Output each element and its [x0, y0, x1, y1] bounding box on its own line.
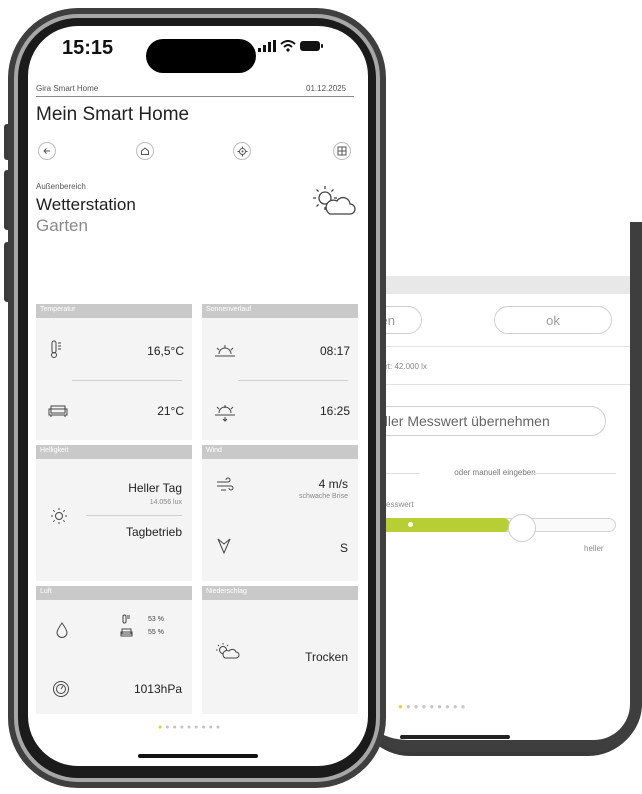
wind-direction-icon	[217, 538, 231, 555]
brightness-mode: Tagbetrieb	[125, 525, 182, 539]
sofa-icon	[48, 405, 68, 417]
sofa-icon	[120, 628, 133, 637]
air-pressure: 1013hPa	[133, 682, 182, 696]
take-measured-value-button[interactable]: eller Messwert übernehmen	[360, 406, 606, 436]
sunrise-time: 08:17	[319, 344, 350, 358]
gear-icon	[237, 146, 247, 156]
temperature-card[interactable]: Temperatur 16,5°C 21°C	[36, 304, 192, 440]
card-title: Helligkeit	[36, 445, 192, 459]
back-button[interactable]	[38, 142, 56, 160]
card-title: Niederschlag	[202, 586, 358, 600]
thermometer-icon	[51, 340, 61, 358]
wind-speed: 4 m/s	[318, 477, 348, 491]
page-title: Mein Smart Home	[36, 104, 190, 125]
sunrise-icon	[215, 345, 235, 357]
status-time: 15:15	[62, 37, 114, 59]
air-card[interactable]: Luft 53 % 55 % 1013hPa	[36, 586, 192, 714]
back-home-indicator	[400, 735, 510, 739]
ok-button[interactable]: ok	[494, 306, 612, 334]
card-title: Sonnenverlauf	[202, 304, 358, 318]
location-place: Garten	[36, 216, 88, 235]
settings-button[interactable]	[233, 142, 251, 160]
grid-icon	[337, 146, 347, 156]
location-name: Wetterstation	[36, 195, 136, 214]
sun-cloud-icon	[313, 186, 356, 215]
outdoor-temperature: 16,5°C	[147, 344, 184, 358]
indoor-temperature: 21°C	[157, 404, 184, 418]
divider	[360, 346, 630, 347]
sun-course-card[interactable]: Sonnenverlauf 08:17 16:25	[202, 304, 358, 440]
card-title: Luft	[36, 586, 192, 600]
divider	[72, 380, 182, 381]
slider-marker	[408, 522, 413, 527]
wind-direction: S	[339, 541, 348, 555]
precipitation-card[interactable]: Niederschlag Trocken	[202, 586, 358, 714]
thermometer-icon	[122, 614, 130, 624]
card-title: Temperatur	[36, 304, 192, 318]
humidity-indoor: 55 %	[148, 629, 164, 636]
signal-icon	[258, 40, 276, 52]
precipitation-state: Trocken	[305, 650, 348, 664]
card-title: Wind	[202, 445, 358, 459]
sun-cloud-icon	[216, 643, 240, 659]
wind-card[interactable]: Wind 4 m/s schwache Brise S	[202, 445, 358, 581]
date-label: 01.12.2025	[306, 84, 347, 93]
divider	[360, 384, 630, 385]
humidity-outdoor: 53 %	[148, 616, 164, 623]
sun-icon	[51, 508, 67, 524]
front-phone-screen: 15:15 Gira Smart Home 01.12.2025 Mein Sm…	[28, 26, 368, 766]
sunset-time: 16:25	[319, 404, 350, 418]
status-icons	[258, 40, 324, 52]
droplet-icon	[56, 622, 68, 638]
brightness-lux: 14.056 lux	[149, 499, 182, 506]
sunset-icon	[215, 405, 235, 422]
brightness-state: Heller Tag	[128, 481, 182, 495]
location-area: Außenbereich	[36, 182, 86, 191]
home-indicator[interactable]	[138, 754, 258, 758]
header-divider	[36, 96, 354, 97]
grid-button[interactable]	[333, 142, 351, 160]
wind-icon	[217, 477, 234, 491]
back-page-indicator: ●●●●●●●●●	[398, 702, 469, 711]
dynamic-island	[146, 39, 256, 73]
home-button[interactable]	[136, 142, 154, 160]
brand-label: Gira Smart Home	[36, 84, 99, 93]
brightness-card[interactable]: Helligkeit Heller Tag 14.056 lux Tagbetr…	[36, 445, 192, 581]
page-indicator[interactable]: ●●●●●●●●●	[158, 724, 223, 731]
brightness-slider-knob[interactable]	[508, 514, 536, 542]
brighter-label: heller	[584, 544, 604, 553]
barometer-icon	[53, 681, 69, 697]
wifi-icon	[280, 40, 296, 52]
battery-icon	[300, 41, 323, 51]
divider	[86, 515, 182, 516]
back-phone-screen: en ok enzwert: 42.000 lx eller Messwert …	[360, 222, 642, 752]
divider	[530, 473, 616, 474]
divider	[238, 380, 348, 381]
home-icon	[141, 147, 149, 155]
back-header-bar	[360, 276, 630, 294]
wind-description: schwache Brise	[298, 493, 348, 500]
arrow-left-icon	[43, 148, 50, 154]
